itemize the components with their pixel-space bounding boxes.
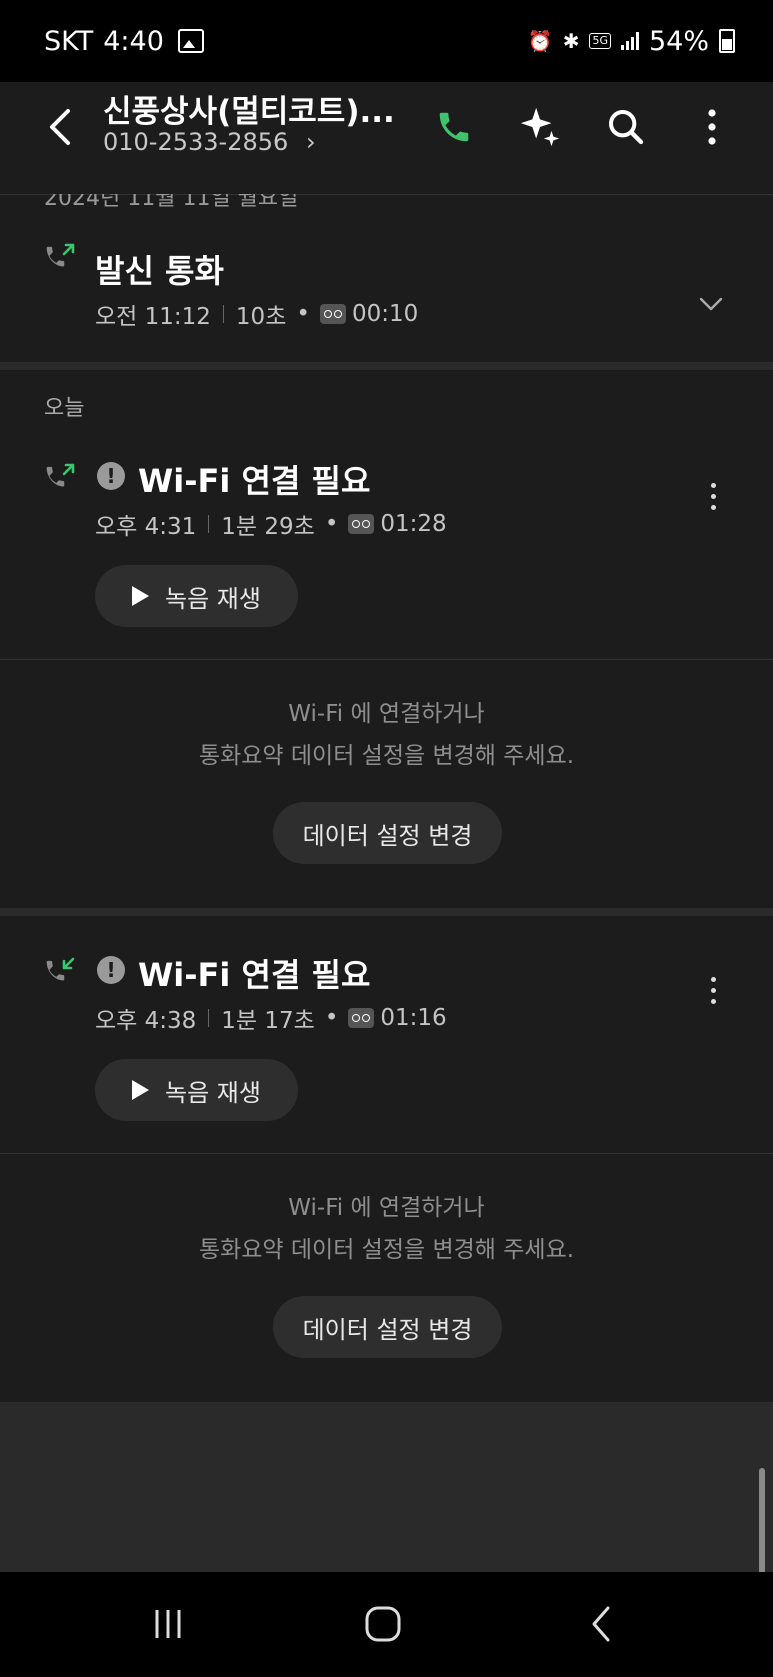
network-type-badge: 5G <box>589 33 611 49</box>
wifi-info-line-1: Wi-Fi 에 연결하거나 <box>288 1195 485 1221</box>
meta-separator <box>208 1009 210 1027</box>
data-settings-button[interactable]: 데이터 설정 변경 <box>273 1296 502 1358</box>
more-vertical-icon <box>708 109 716 145</box>
battery-icon <box>719 29 735 53</box>
wifi-info-line-2: 통화요약 데이터 설정을 변경해 주세요. <box>198 743 575 769</box>
alarm-icon: ⏰ <box>527 29 553 53</box>
meta-separator <box>222 305 224 323</box>
date-header: 2024년 11월 11일 월요일 <box>44 194 299 211</box>
call-time: 오후 4:38 <box>95 1008 197 1034</box>
scrollbar[interactable] <box>759 1468 765 1574</box>
wifi-info-line-2: 통화요약 데이터 설정을 변경해 주세요. <box>198 1237 575 1263</box>
play-icon <box>132 586 150 606</box>
play-recording-label: 녹음 재생 <box>165 1078 261 1107</box>
call-title: Wi-Fi 연결 필요 <box>138 956 371 994</box>
home-icon <box>365 1606 401 1642</box>
warning-icon: ! <box>97 956 125 984</box>
call-title: 발신 통화 <box>95 252 224 290</box>
chevron-right-icon: › <box>305 128 316 156</box>
meta-dot: • <box>324 511 339 537</box>
chevron-down-icon <box>699 297 723 311</box>
call-time: 오전 11:12 <box>95 304 211 330</box>
voicemail-recording-icon <box>348 514 375 534</box>
meta-separator <box>208 515 210 533</box>
status-left: SKT 4:40 <box>44 24 204 58</box>
nav-back-button[interactable] <box>561 1592 641 1656</box>
call-meta: 오후 4:38 1분 17초 • 01:16 <box>95 1002 447 1034</box>
empty-list-area <box>0 1402 773 1572</box>
call-time: 오후 4:31 <box>95 514 197 540</box>
call-title: Wi-Fi 연결 필요 <box>138 462 371 500</box>
call-meta: 오전 11:12 10초 • 00:10 <box>95 298 418 330</box>
contact-name[interactable]: 신풍상사(멀티코트)... <box>103 86 395 131</box>
wifi-info-line-1: Wi-Fi 에 연결하거나 <box>288 701 485 727</box>
call-more-button[interactable] <box>703 476 723 516</box>
warning-icon: ! <box>97 462 125 490</box>
phone-icon <box>439 112 469 142</box>
search-button[interactable] <box>598 98 654 156</box>
recording-length: 01:16 <box>380 1005 447 1031</box>
meta-dot: • <box>324 1005 339 1031</box>
call-more-button[interactable] <box>703 970 723 1010</box>
screen: SKT 4:40 ⏰ ✱ 5G 54% 신풍상사(멀티코트)... 010-25… <box>0 0 773 1677</box>
status-right: ⏰ ✱ 5G 54% <box>528 24 735 58</box>
bluetooth-icon: ✱ <box>562 29 580 53</box>
section-divider <box>0 908 773 916</box>
navigation-bar <box>0 1572 773 1677</box>
more-options-button[interactable] <box>684 98 740 156</box>
status-bar: SKT 4:40 ⏰ ✱ 5G 54% <box>0 0 773 82</box>
call-duration: 1분 17초 <box>221 1008 315 1034</box>
gallery-notification-icon <box>177 29 204 53</box>
recent-apps-icon <box>155 1610 181 1638</box>
carrier: SKT <box>44 25 94 57</box>
back-button[interactable] <box>38 98 82 156</box>
search-icon <box>609 110 644 145</box>
phone-number: 010-2533-2856 <box>103 128 289 156</box>
data-settings-button[interactable]: 데이터 설정 변경 <box>273 802 502 864</box>
home-button[interactable] <box>343 1592 423 1656</box>
entry-divider <box>0 1153 773 1154</box>
today-label: 오늘 <box>44 396 85 421</box>
clock: 4:40 <box>103 25 164 57</box>
section-divider <box>0 362 773 370</box>
battery-percent: 54% <box>648 25 709 57</box>
contact-number[interactable]: 010-2533-2856 › <box>103 128 316 156</box>
play-recording-label: 녹음 재생 <box>165 584 261 613</box>
meta-dot: • <box>296 301 310 327</box>
recent-apps-button[interactable] <box>128 1592 208 1656</box>
expand-button[interactable] <box>693 286 729 322</box>
call-log-list[interactable]: 2024년 11월 11일 월요일 발신 통화 오전 11:12 10초 • 0… <box>0 194 773 1402</box>
ai-assist-button[interactable] <box>512 98 568 156</box>
contact-header: 신풍상사(멀티코트)... 010-2533-2856 › <box>0 82 773 194</box>
data-settings-label: 데이터 설정 변경 <box>302 821 473 850</box>
voicemail-recording-icon <box>348 1008 375 1028</box>
voicemail-recording-icon <box>319 304 346 324</box>
play-icon <box>132 1080 150 1100</box>
play-recording-button[interactable]: 녹음 재생 <box>95 565 298 627</box>
call-duration: 1분 29초 <box>221 514 315 540</box>
outgoing-call-icon <box>46 463 75 487</box>
signal-icon <box>620 32 639 50</box>
recording-length: 00:10 <box>351 301 419 327</box>
call-duration: 10초 <box>235 304 287 330</box>
call-meta: 오후 4:31 1분 29초 • 01:28 <box>95 508 447 540</box>
outgoing-call-icon <box>46 243 75 267</box>
play-recording-button[interactable]: 녹음 재생 <box>95 1059 298 1121</box>
sparkle-icon <box>520 107 560 147</box>
entry-divider <box>0 659 773 660</box>
data-settings-label: 데이터 설정 변경 <box>302 1315 473 1344</box>
recording-length: 01:28 <box>380 511 447 537</box>
back-arrow-icon <box>50 109 70 145</box>
incoming-call-icon <box>46 957 75 981</box>
call-button[interactable] <box>426 98 482 156</box>
back-icon <box>592 1606 610 1642</box>
